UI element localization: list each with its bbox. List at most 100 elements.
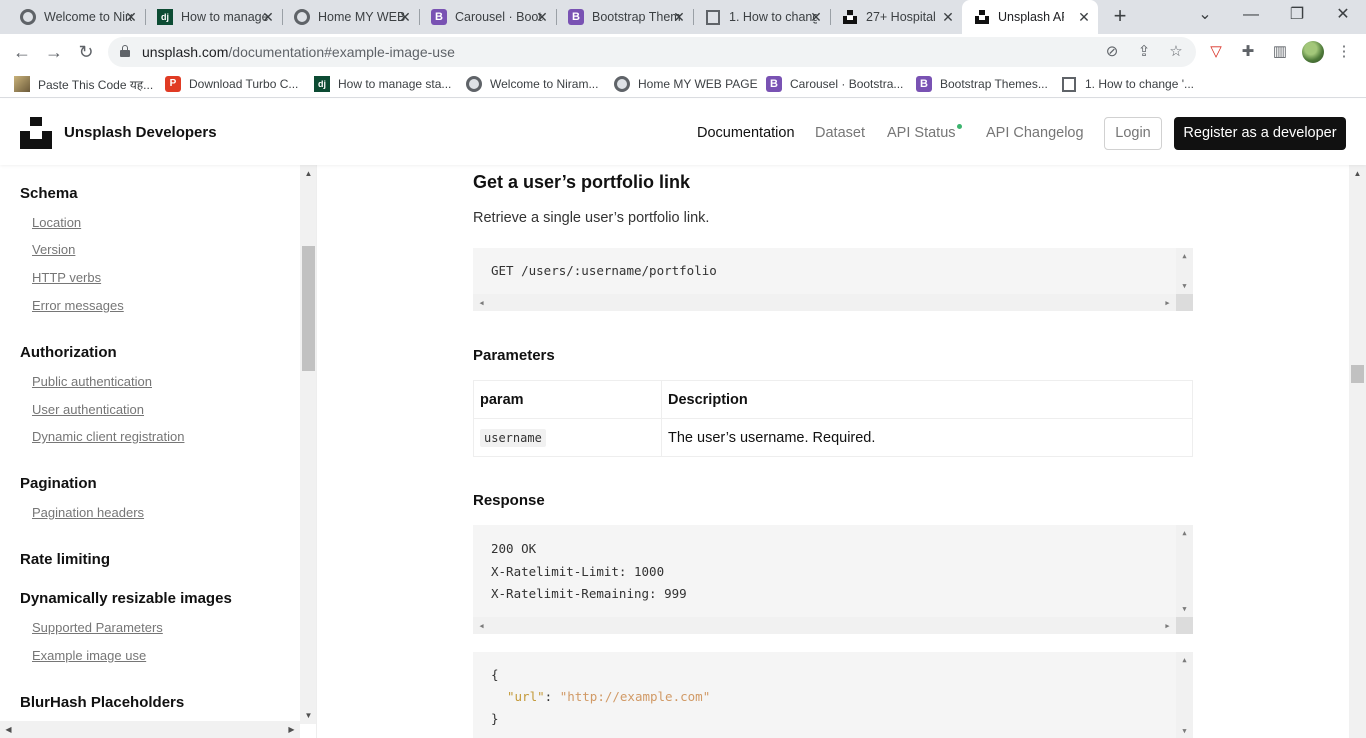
code-horizontal-scrollbar[interactable]: ◀ ▶ <box>473 617 1176 634</box>
tab-search-icon[interactable]: ⌄ <box>1190 3 1220 27</box>
scroll-left-arrow-icon[interactable]: ◀ <box>473 297 490 309</box>
sidebar-heading-pagination[interactable]: Pagination <box>20 475 97 492</box>
close-tab-icon[interactable]: ✕ <box>397 9 413 25</box>
tab-carousel[interactable]: B Carousel · Bootstrap ✕ <box>419 0 557 34</box>
document-icon <box>1061 76 1077 92</box>
scroll-up-arrow-icon[interactable]: ▲ <box>1176 654 1193 666</box>
json-code-block[interactable]: { "url": "http://example.com" } ▲ ▼ <box>473 652 1193 738</box>
code-vertical-scrollbar[interactable]: ▲ ▼ <box>1176 525 1193 617</box>
register-button[interactable]: Register as a developer <box>1174 117 1346 150</box>
scroll-down-arrow-icon[interactable]: ▼ <box>1176 280 1193 292</box>
sidebar-heading-blurhash[interactable]: BlurHash Placeholders <box>20 694 184 711</box>
sidebar-link-error-messages[interactable]: Error messages <box>32 298 124 313</box>
bookmark-bootstrap-themes[interactable]: B Bootstrap Themes... <box>916 76 1048 92</box>
code-vertical-scrollbar[interactable]: ▲ ▼ <box>1176 652 1193 738</box>
sidebar-link-supported-parameters[interactable]: Supported Parameters <box>32 620 163 635</box>
close-tab-icon[interactable]: ✕ <box>671 9 687 25</box>
sidebar-scroll-thumb[interactable] <box>302 246 315 371</box>
menu-kebab-icon[interactable]: ⋮ <box>1334 42 1354 62</box>
lock-icon[interactable] <box>120 45 130 57</box>
address-bar[interactable]: unsplash.com/documentation#example-image… <box>108 37 1196 67</box>
bookmark-turbo-c[interactable]: P Download Turbo C... <box>165 76 298 92</box>
sidebar-heading-schema[interactable]: Schema <box>20 185 78 202</box>
scroll-down-arrow-icon[interactable]: ▼ <box>1176 725 1193 737</box>
sidebar-link-pagination-headers[interactable]: Pagination headers <box>32 505 144 520</box>
bookmark-home-page[interactable]: Home MY WEB PAGE <box>614 76 758 92</box>
close-tab-icon[interactable]: ✕ <box>1076 9 1092 25</box>
scroll-corner <box>1176 294 1193 311</box>
close-window-icon[interactable]: ✕ <box>1328 3 1358 27</box>
tab-bootstrap-themes[interactable]: B Bootstrap Themes ✕ <box>556 0 694 34</box>
brand-name[interactable]: Unsplash Developers <box>64 124 217 141</box>
tab-how-to-change[interactable]: 1. How to change ✕ <box>693 0 831 34</box>
sidebar-link-dynamic-client-registration[interactable]: Dynamic client registration <box>32 429 184 444</box>
scroll-left-arrow-icon[interactable]: ◀ <box>473 620 490 632</box>
tab-django[interactable]: dj How to manage static ✕ <box>145 0 283 34</box>
scroll-up-arrow-icon[interactable]: ▲ <box>1176 527 1193 539</box>
bookmark-manage-static[interactable]: dj How to manage sta... <box>314 76 451 92</box>
nav-documentation[interactable]: Documentation <box>697 125 795 141</box>
sidebar-link-user-authentication[interactable]: User authentication <box>32 402 144 417</box>
reload-icon[interactable]: ↻ <box>74 40 98 64</box>
new-tab-button[interactable]: + <box>1108 5 1132 29</box>
scroll-up-arrow-icon[interactable]: ▲ <box>1176 250 1193 262</box>
minimize-icon[interactable]: — <box>1236 3 1266 27</box>
extensions-puzzle-icon[interactable]: ✚ <box>1238 42 1258 62</box>
sidebar-link-example-image-use[interactable]: Example image use <box>32 648 146 663</box>
forward-icon[interactable]: → <box>42 40 66 64</box>
sidebar-link-public-authentication[interactable]: Public authentication <box>32 374 152 389</box>
scroll-down-arrow-icon[interactable]: ▼ <box>1176 603 1193 615</box>
nav-api-status[interactable]: API Status <box>887 125 956 141</box>
bookmark-star-icon[interactable]: ☆ <box>1166 43 1186 61</box>
page-scroll-thumb[interactable] <box>1351 365 1364 383</box>
bookmark-how-to-change[interactable]: 1. How to change '... <box>1061 76 1194 92</box>
scroll-up-arrow-icon[interactable]: ▲ <box>1349 165 1366 182</box>
site-header: Unsplash Developers Documentation Datase… <box>0 99 1366 165</box>
nav-dataset[interactable]: Dataset <box>815 125 865 141</box>
back-icon[interactable]: ← <box>10 40 34 64</box>
bookmark-carousel[interactable]: B Carousel · Bootstra... <box>766 76 903 92</box>
sidebar-heading-authorization[interactable]: Authorization <box>20 344 117 361</box>
browser-toolbar: ← → ↻ unsplash.com/documentation#example… <box>0 34 1366 70</box>
scroll-right-arrow-icon[interactable]: ▶ <box>283 721 300 738</box>
close-tab-icon[interactable]: ✕ <box>940 9 956 25</box>
scroll-down-arrow-icon[interactable]: ▼ <box>300 707 316 724</box>
scroll-right-arrow-icon[interactable]: ▶ <box>1159 297 1176 309</box>
bookmark-welcome-niram[interactable]: Welcome to Niram... <box>466 76 598 92</box>
sidebar-scrollbar[interactable]: ▲ ▼ <box>300 165 316 724</box>
code-horizontal-scrollbar[interactable]: ◀ ▶ <box>473 294 1176 311</box>
restore-icon[interactable]: ❐ <box>1282 3 1312 27</box>
response-code-block[interactable]: 200 OK X-Ratelimit-Limit: 1000 X-Ratelim… <box>473 525 1193 634</box>
scroll-right-arrow-icon[interactable]: ▶ <box>1159 620 1176 632</box>
endpoint-code-block[interactable]: GET /users/:username/portfolio ▲ ▼ ◀ ▶ <box>473 248 1193 311</box>
nav-api-changelog[interactable]: API Changelog <box>986 125 1084 141</box>
tab-unsplash-api[interactable]: Unsplash API ✕ <box>962 0 1098 34</box>
response-remaining-line: X-Ratelimit-Remaining: 999 <box>491 586 687 601</box>
sidebar-heading-rate-limiting[interactable]: Rate limiting <box>20 551 110 568</box>
eye-slash-icon[interactable]: ⊘ <box>1102 43 1122 61</box>
side-panel-icon[interactable]: ▥ <box>1270 42 1290 62</box>
profile-avatar[interactable] <box>1302 41 1324 63</box>
close-tab-icon[interactable]: ✕ <box>260 9 276 25</box>
close-tab-icon[interactable]: ✕ <box>534 9 550 25</box>
page-scrollbar[interactable]: ▲ <box>1349 165 1366 738</box>
code-vertical-scrollbar[interactable]: ▲ ▼ <box>1176 248 1193 294</box>
scroll-up-arrow-icon[interactable]: ▲ <box>300 165 316 182</box>
sidebar-horizontal-scrollbar[interactable]: ◀ ▶ <box>0 721 300 738</box>
unsplash-logo-icon[interactable] <box>20 117 52 149</box>
login-button[interactable]: Login <box>1104 117 1162 150</box>
tab-hospital[interactable]: 27+ Hospital ✕ <box>830 0 962 34</box>
scroll-left-arrow-icon[interactable]: ◀ <box>0 721 17 738</box>
sidebar-link-location[interactable]: Location <box>32 215 81 230</box>
docs-content: Get a user’s portfolio link Retrieve a s… <box>317 165 1349 738</box>
tab-home[interactable]: Home MY WEB PAGE ✕ <box>282 0 420 34</box>
close-tab-icon[interactable]: ✕ <box>123 9 139 25</box>
sidebar-link-http-verbs[interactable]: HTTP verbs <box>32 270 101 285</box>
extension-pocket-icon[interactable]: ▽ <box>1206 42 1226 62</box>
sidebar-link-version[interactable]: Version <box>32 242 75 257</box>
close-tab-icon[interactable]: ✕ <box>808 9 824 25</box>
tab-welcome[interactable]: Welcome to Niram ✕ <box>8 0 146 34</box>
sidebar-heading-resizable-images[interactable]: Dynamically resizable images <box>20 590 232 607</box>
share-icon[interactable]: ⇪ <box>1134 43 1154 61</box>
bookmark-paste-code[interactable]: Paste This Code यह... <box>14 76 153 92</box>
